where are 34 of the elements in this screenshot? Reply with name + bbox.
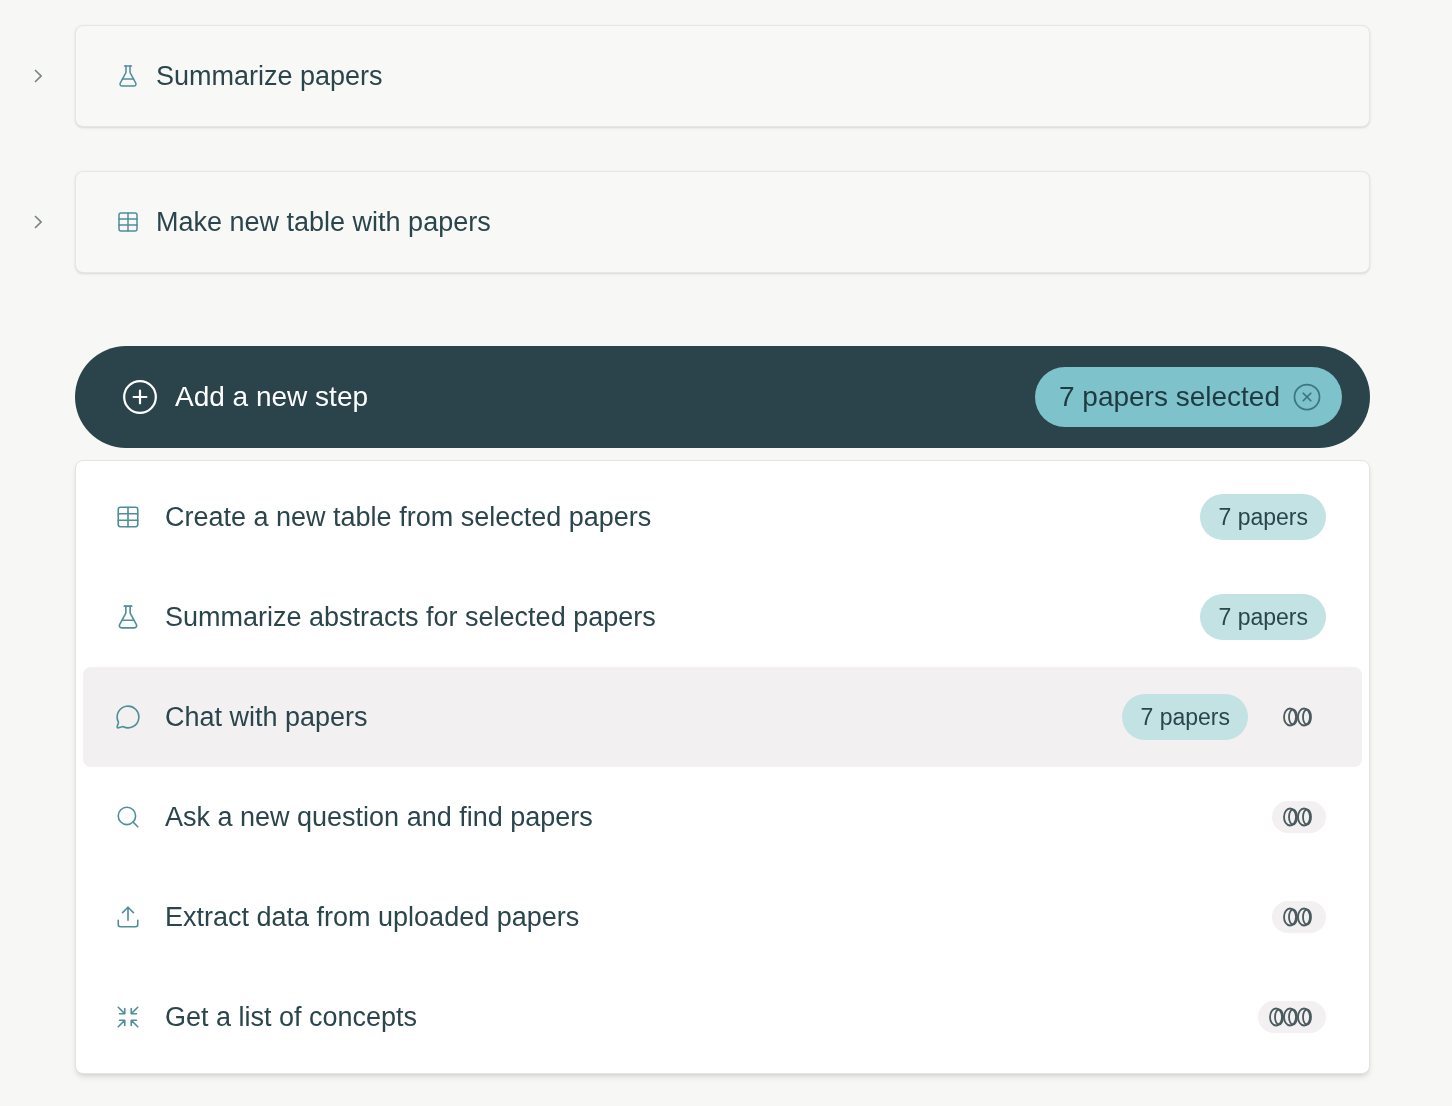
table-icon — [115, 504, 141, 530]
upload-icon — [115, 904, 141, 930]
option-label: Chat with papers — [165, 700, 369, 734]
step-title: Make new table with papers — [156, 205, 491, 239]
paper-count-badge: 7 papers — [1200, 493, 1326, 541]
clear-selection-button[interactable] — [1292, 382, 1322, 412]
chevron-right-icon — [33, 215, 42, 229]
flask-icon — [116, 64, 140, 88]
menu-option[interactable]: Summarize abstracts for selected papers 7 papers — [83, 567, 1362, 667]
paper-count-badge: 7 papers — [1200, 593, 1326, 641]
option-label: Get a list of concepts — [165, 1000, 419, 1034]
menu-option[interactable]: Ask a new question and find papers — [83, 767, 1362, 867]
menu-option[interactable]: Chat with papers 7 papers — [83, 667, 1362, 767]
step-title: Summarize papers — [156, 59, 383, 93]
add-step-bar[interactable]: Add a new step 7 papers selected — [75, 346, 1370, 448]
option-label: Ask a new question and find papers — [165, 800, 594, 834]
plus-circle-icon — [121, 378, 159, 416]
table-icon — [116, 210, 140, 234]
selection-count: 7 papers selected — [1058, 380, 1280, 414]
paper-count-badge: 7 papers — [1122, 693, 1248, 741]
chevron-right-icon — [33, 69, 42, 83]
menu-option[interactable]: Get a list of concepts — [83, 967, 1362, 1067]
step-card[interactable]: Summarize papers — [75, 25, 1370, 127]
search-icon — [115, 804, 141, 830]
arrows-inward-icon — [115, 1004, 141, 1030]
option-label: Extract data from uploaded papers — [165, 900, 581, 934]
step-card[interactable]: Make new table with papers — [75, 171, 1370, 273]
menu-option[interactable]: Extract data from uploaded papers — [83, 867, 1362, 967]
chat-bubble-icon — [115, 704, 141, 730]
close-icon — [1292, 382, 1322, 412]
option-label: Create a new table from selected papers — [165, 500, 653, 534]
menu-option[interactable]: Create a new table from selected papers 7 papers — [83, 467, 1362, 567]
option-label: Summarize abstracts for selected papers — [165, 600, 657, 634]
add-step-label: Add a new step — [175, 380, 370, 414]
